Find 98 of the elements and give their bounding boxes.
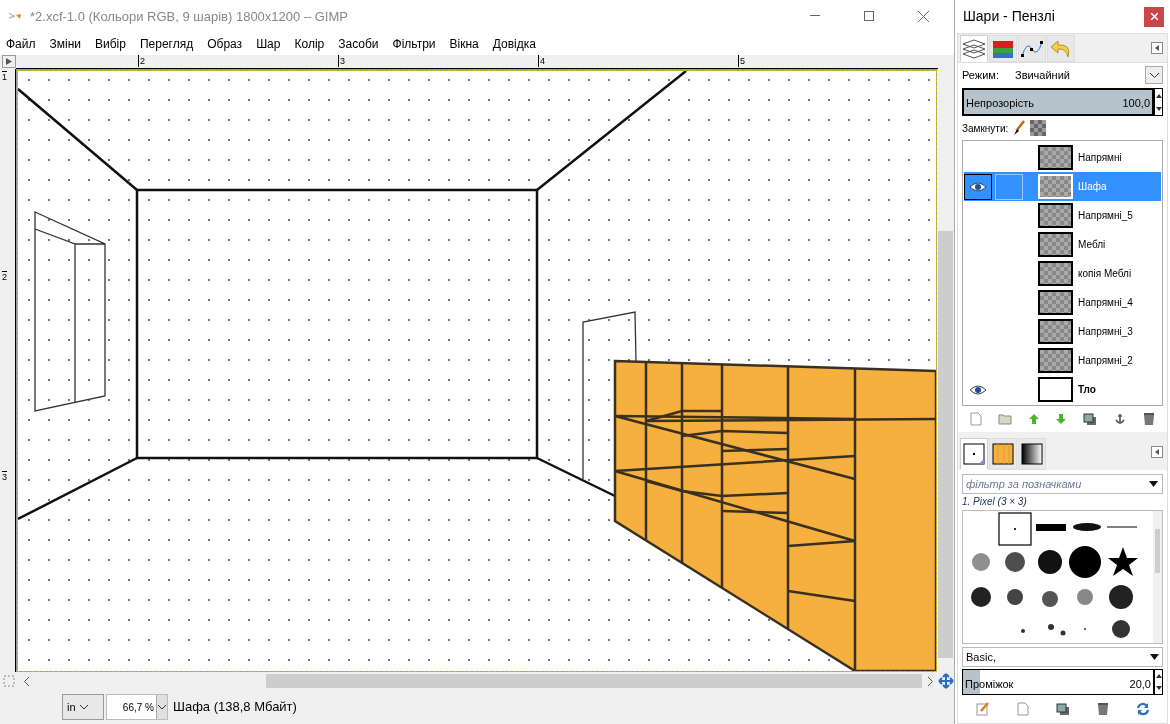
status-text: Шафа (138,8 Мбайт) [173, 698, 297, 717]
caret-icon [79, 704, 88, 710]
dropdown-arrow-icon[interactable] [1149, 481, 1158, 487]
layer-thumbnail [1038, 232, 1073, 257]
duplicate-icon[interactable] [1083, 412, 1098, 426]
panel-menu-icon[interactable] [1151, 42, 1163, 54]
gradient-icon [1021, 443, 1043, 465]
menu-item[interactable]: Зміни [49, 34, 81, 53]
window-title: *2.xcf-1.0 (Кольори RGB, 9 шарів) 1800x1200 – GIMP [30, 7, 349, 26]
layer-thumbnail [1038, 377, 1073, 402]
refresh-icon[interactable] [1135, 702, 1150, 716]
layer-row[interactable]: Меблі [964, 230, 1161, 259]
preset-dropdown[interactable]: Basic, [962, 647, 1163, 667]
mode-value[interactable]: Звичайний [1015, 66, 1129, 84]
layer-thumbnail [1038, 319, 1073, 344]
panel-tab[interactable] [1018, 438, 1046, 470]
close-icon [1150, 13, 1158, 20]
eye-icon[interactable] [969, 181, 987, 192]
layer-name: копія Меблі [1078, 267, 1132, 281]
menu-item[interactable]: Фільтри [392, 34, 436, 53]
dock-title: Шари - Пензлі [963, 7, 1056, 26]
menu-item[interactable]: Вікна [449, 34, 479, 53]
unit-dropdown[interactable]: in [62, 694, 104, 720]
panel-menu-icon[interactable] [1151, 446, 1163, 458]
layer-name: Напрямні_2 [1078, 354, 1133, 368]
wood-pattern-icon [992, 443, 1014, 465]
layer-row[interactable]: копія Меблі [964, 259, 1161, 288]
spin-buttons[interactable] [1154, 88, 1163, 116]
layer-name: Напрямні_4 [1078, 296, 1133, 310]
ruler-label: 4 [538, 54, 545, 67]
layer-row[interactable]: Напрямні [964, 143, 1161, 172]
ruler-label: 1 [2, 70, 7, 82]
mode-label: Режим: [962, 67, 999, 83]
layer-thumbnail [1038, 290, 1073, 315]
menu-item[interactable]: Колір [294, 34, 325, 53]
ruler-label: 2 [2, 270, 7, 282]
spacing-slider[interactable]: Проміжок 20,0 [962, 669, 1154, 695]
duplicate-icon[interactable] [1055, 702, 1070, 716]
layers-icon [961, 37, 987, 60]
layer-name: Меблі [1078, 238, 1106, 252]
brush-name: 1. Pixel (3 × 3) [962, 495, 1028, 509]
panel-tab[interactable] [960, 35, 988, 62]
down-arrow-icon[interactable] [1055, 413, 1068, 425]
navigate-icon[interactable] [938, 673, 954, 690]
brush-scrollbar[interactable] [1153, 511, 1162, 643]
menu-item[interactable]: Вибір [95, 34, 126, 53]
checkerboard-icon[interactable] [1030, 120, 1047, 136]
menu-item[interactable]: Засоби [338, 34, 379, 53]
layer-name: Тло [1078, 383, 1096, 397]
tag-filter-field[interactable]: фільтр за позначками [962, 474, 1163, 494]
dropdown-arrow-icon [1150, 654, 1159, 660]
menu-item[interactable]: Перегляд [139, 34, 194, 53]
edit-icon[interactable] [975, 702, 990, 716]
layer-row[interactable]: Напрямні_2 [964, 346, 1161, 375]
folder-icon[interactable] [997, 413, 1012, 425]
layer-thumbnail [1038, 348, 1073, 373]
mode-dropdown-button[interactable] [1145, 66, 1163, 84]
minimize-icon [810, 15, 820, 18]
menu-item[interactable]: Образ [207, 34, 243, 53]
caret-icon [158, 704, 166, 710]
layer-row[interactable]: Напрямні_3 [964, 317, 1161, 346]
close-button[interactable] [1144, 6, 1164, 27]
triangle-right-icon [6, 57, 12, 65]
layer-thumbnail [1038, 174, 1073, 199]
ruler-label: 3 [2, 470, 7, 482]
paintbrush-icon[interactable] [1012, 120, 1027, 136]
scrollbar-thumb[interactable] [938, 230, 953, 659]
layer-thumbnail [1038, 261, 1073, 286]
trash-icon[interactable] [1096, 702, 1109, 716]
layer-name: Напрямні [1078, 151, 1122, 165]
ruler-label: 5 [738, 54, 745, 67]
panel-tab[interactable] [1018, 35, 1046, 62]
caret-icon [1149, 72, 1159, 78]
anchor-icon[interactable] [1113, 412, 1128, 426]
layer-name: Шафа [1078, 180, 1107, 194]
ruler-label: 2 [138, 54, 145, 67]
trash-icon[interactable] [1143, 412, 1155, 426]
layer-thumbnail [1038, 145, 1073, 170]
close-icon [917, 10, 929, 22]
menu-item[interactable]: Файл [6, 34, 36, 53]
layer-row[interactable]: Тло [964, 375, 1161, 404]
eye-icon[interactable] [969, 384, 987, 395]
brush-preview-icon [963, 443, 985, 465]
menu-item[interactable]: Довідка [492, 34, 536, 53]
ruler-label: 3 [338, 54, 345, 67]
opacity-slider[interactable]: Непрозорість 100,0 [962, 88, 1154, 116]
menu-arrow-button[interactable] [2, 54, 16, 68]
up-arrow-icon[interactable] [1027, 413, 1040, 425]
spin-buttons[interactable] [1154, 669, 1163, 695]
layer-name: Напрямні_5 [1078, 209, 1133, 223]
zoom-dropdown-button[interactable] [156, 695, 167, 719]
layer-name: Напрямні_3 [1078, 325, 1133, 339]
lock-label: Замкнути: [962, 121, 1009, 136]
layer-row[interactable]: Напрямні_5 [964, 201, 1161, 230]
layer-thumbnail [1038, 203, 1073, 228]
menu-item[interactable]: Шар [256, 34, 281, 53]
horizontal-scrollbar-thumb[interactable] [266, 674, 922, 689]
layer-row[interactable]: Напрямні_4 [964, 288, 1161, 317]
